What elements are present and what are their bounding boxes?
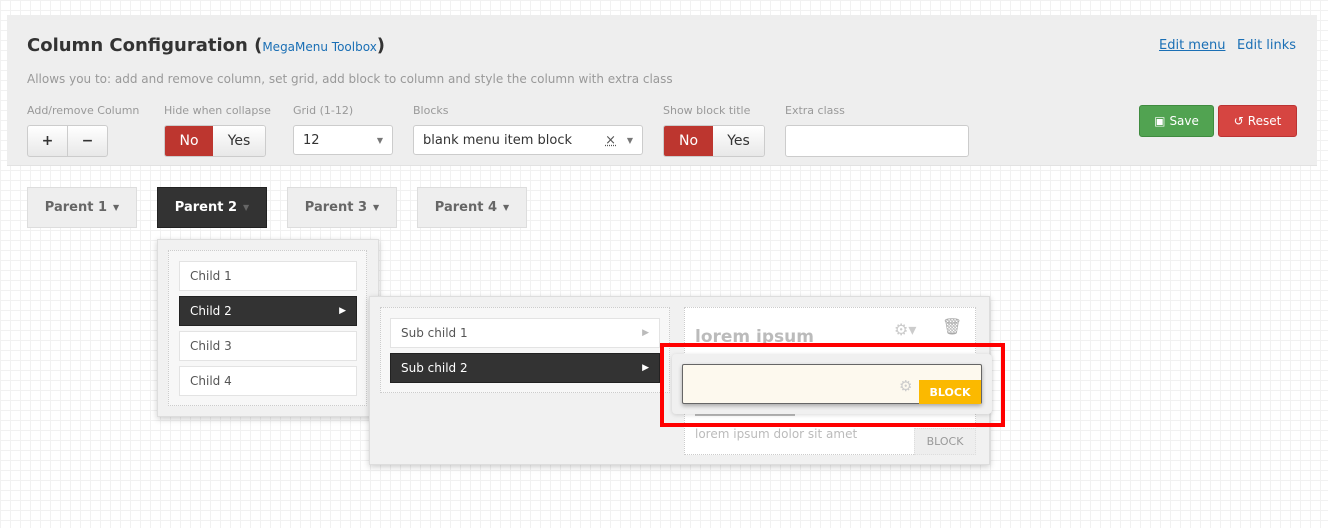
chevron-down-icon: ▼ <box>626 135 633 145</box>
parent-menu-1[interactable]: Parent 1 ▼ <box>27 187 137 228</box>
gear-icon[interactable]: ⚙▾ <box>894 320 916 339</box>
block-text: lorem ipsum dolor sit amet <box>695 427 858 441</box>
highlight-box <box>660 343 1005 427</box>
chevron-down-icon: ▼ <box>376 135 383 145</box>
parent-menu-2[interactable]: Parent 2 ▼ <box>157 187 267 228</box>
child-item-1[interactable]: Child 1 <box>179 261 357 291</box>
show-yes-option[interactable]: Yes <box>713 126 764 156</box>
parent-menu-3[interactable]: Parent 3 ▼ <box>287 187 397 228</box>
blocks-select[interactable]: blank menu item block × ▼ <box>413 125 643 155</box>
hide-collapse-toggle[interactable]: No Yes <box>164 125 266 157</box>
subchild-item-1[interactable]: Sub child 1 ▶ <box>390 318 660 348</box>
clear-icon[interactable]: × <box>605 133 616 148</box>
hide-yes-option[interactable]: Yes <box>213 126 265 156</box>
page-title: Column Configuration (MegaMenu Toolbox) <box>27 35 386 56</box>
column-config-panel: Column Configuration (MegaMenu Toolbox) … <box>7 15 1317 166</box>
description: Allows you to: add and remove column, se… <box>27 72 673 86</box>
child-item-4[interactable]: Child 4 <box>179 366 357 396</box>
edit-links-link[interactable]: Edit links <box>1237 38 1296 53</box>
grid-label: Grid (1-12) <box>293 104 354 117</box>
grid-select[interactable]: 12 ▼ <box>293 125 393 155</box>
show-no-option[interactable]: No <box>664 126 713 156</box>
caret-right-icon: ▶ <box>642 363 649 373</box>
show-title-toggle[interactable]: No Yes <box>663 125 765 157</box>
child-item-2[interactable]: Child 2 ▶ <box>179 296 357 326</box>
hide-collapse-label: Hide when collapse <box>164 104 271 117</box>
reset-button[interactable]: ↺ Reset <box>1218 105 1297 137</box>
show-title-label: Show block title <box>663 104 751 117</box>
undo-icon: ↺ <box>1233 114 1244 128</box>
megamenu-toolbox-link[interactable]: MegaMenu Toolbox <box>262 40 376 54</box>
child-item-3[interactable]: Child 3 <box>179 331 357 361</box>
remove-column-button[interactable]: − <box>67 125 108 157</box>
extra-class-input[interactable] <box>785 125 969 157</box>
add-column-button[interactable]: + <box>27 125 68 157</box>
caret-right-icon: ▶ <box>339 306 346 316</box>
caret-right-icon: ▶ <box>642 328 649 338</box>
parent-menu-4[interactable]: Parent 4 ▼ <box>417 187 527 228</box>
block-label: BLOCK <box>914 428 976 455</box>
extra-class-label: Extra class <box>785 104 845 117</box>
blocks-label: Blocks <box>413 104 449 117</box>
subchild-item-2[interactable]: Sub child 2 ▶ <box>390 353 660 383</box>
edit-menu-link[interactable]: Edit menu <box>1159 38 1225 53</box>
save-icon: ▣ <box>1154 114 1166 128</box>
save-button[interactable]: ▣ Save <box>1139 105 1214 137</box>
add-remove-label: Add/remove Column <box>27 104 140 117</box>
trash-icon[interactable]: 🗑 <box>942 317 962 336</box>
hide-no-option[interactable]: No <box>165 126 213 156</box>
